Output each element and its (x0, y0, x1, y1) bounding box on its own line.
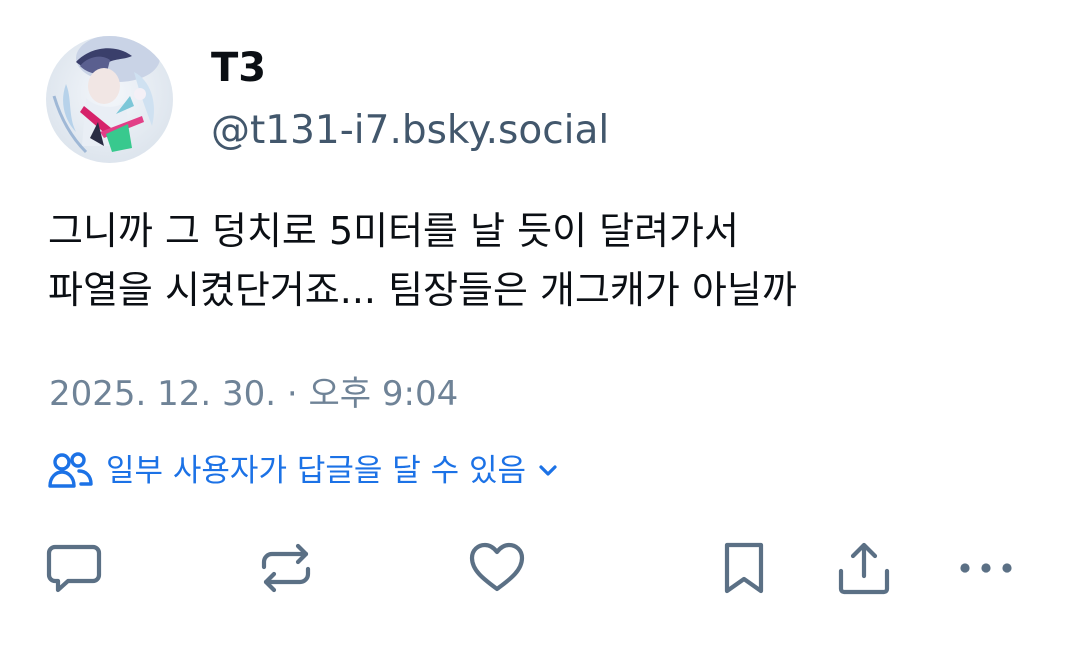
repost-icon (261, 543, 311, 593)
repost-button[interactable] (256, 540, 316, 596)
share-icon (838, 542, 890, 595)
more-options-button[interactable] (956, 540, 1016, 596)
post-text: 그니까 그 덩치로 5미터를 날 듯이 달려가서 파열을 시켰단거죠... 팀장… (48, 202, 1048, 320)
bookmark-button[interactable] (714, 540, 774, 596)
heart-icon (469, 542, 525, 592)
post-timestamp: 2025. 12. 30. · 오후 9:04 (49, 374, 459, 414)
people-icon (48, 451, 94, 491)
author-handle[interactable]: @t131-i7.bsky.social (211, 103, 609, 159)
comment-icon (46, 544, 102, 593)
reply-settings-button[interactable]: 일부 사용자가 답글을 달 수 있음 (48, 448, 558, 494)
share-button[interactable] (834, 540, 894, 596)
avatar[interactable] (46, 36, 173, 163)
more-icon (960, 563, 1012, 573)
post-text-line: 파열을 시켰단거죠... 팀장들은 개그캐가 아닐까 (48, 268, 797, 312)
chevron-down-icon (538, 464, 558, 478)
reply-button[interactable] (44, 540, 104, 596)
author-display-name[interactable]: T3 (211, 40, 266, 96)
bookmark-icon (724, 542, 764, 594)
like-button[interactable] (467, 540, 527, 596)
post-text-line: 그니까 그 덩치로 5미터를 날 듯이 달려가서 (48, 209, 739, 253)
reply-settings-label: 일부 사용자가 답글을 달 수 있음 (106, 453, 527, 489)
post: T3 @t131-i7.bsky.social 그니까 그 덩치로 5미터를 날… (0, 0, 1080, 646)
avatar-image (46, 36, 173, 163)
